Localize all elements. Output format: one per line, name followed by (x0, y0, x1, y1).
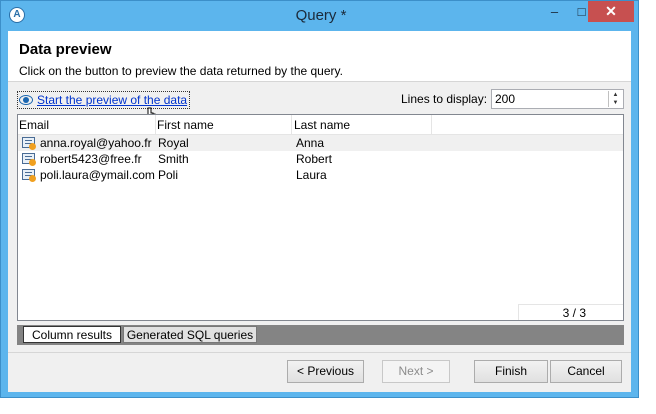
title-bar[interactable]: A Query * – □ ✕ (1, 1, 638, 31)
next-button[interactable]: Next > (382, 360, 450, 383)
lines-to-display-stepper[interactable]: 200 ▲ ▼ (491, 89, 624, 109)
cell-email: poli.laura@ymail.com (40, 168, 155, 182)
spin-up-icon[interactable]: ▲ (609, 91, 622, 99)
column-header-email[interactable]: Email (19, 118, 49, 132)
grid-header: Email First name Last name (18, 115, 623, 135)
lines-to-display-label: Lines to display: (401, 92, 488, 106)
column-divider[interactable] (155, 115, 156, 134)
results-grid[interactable]: Email First name Last name anna.royal@ya… (17, 114, 624, 321)
column-divider[interactable] (431, 115, 432, 134)
tab-column-results[interactable]: Column results (23, 326, 121, 343)
column-header-last-name[interactable]: Last name (294, 118, 350, 132)
lines-to-display-value: 200 (495, 92, 516, 106)
recipient-icon (22, 137, 36, 150)
close-button[interactable]: ✕ (588, 1, 634, 22)
cell-first-name: Smith (158, 152, 189, 166)
cell-last-name: Laura (296, 168, 327, 182)
spin-buttons[interactable]: ▲ ▼ (608, 91, 622, 107)
cell-email: anna.royal@yahoo.fr (40, 136, 152, 150)
footer-divider (8, 352, 631, 353)
cell-first-name: Royal (158, 136, 189, 150)
minimize-button[interactable]: – (541, 1, 568, 22)
previous-button[interactable]: < Previous (287, 360, 364, 383)
recipient-icon (22, 169, 36, 182)
results-tabs: Column results Generated SQL queries (17, 325, 624, 345)
finish-button[interactable]: Finish (474, 360, 548, 383)
table-row[interactable]: anna.royal@yahoo.fr Royal Anna (18, 135, 623, 151)
record-count-box: 3 / 3 (518, 304, 623, 320)
cancel-button[interactable]: Cancel (550, 360, 622, 383)
spin-down-icon[interactable]: ▼ (609, 99, 622, 107)
start-preview-label: Start the preview of the data (37, 93, 188, 107)
query-window: A Query * – □ ✕ Data preview Click on th… (0, 0, 639, 398)
column-divider[interactable] (291, 115, 292, 134)
table-row[interactable]: robert5423@free.fr Smith Robert (18, 151, 623, 167)
cell-email: robert5423@free.fr (40, 152, 142, 166)
table-row[interactable]: poli.laura@ymail.com Poli Laura (18, 167, 623, 183)
column-header-first-name[interactable]: First name (157, 118, 214, 132)
cell-last-name: Robert (296, 152, 333, 166)
recipient-icon (22, 153, 36, 166)
eye-icon (19, 95, 33, 105)
record-count: 3 / 3 (562, 306, 586, 320)
cell-last-name: Anna (296, 136, 325, 150)
dialog-body: Data preview Click on the button to prev… (8, 31, 631, 392)
start-preview-link[interactable]: Start the preview of the data (17, 91, 191, 109)
page-subtitle: Click on the button to preview the data … (19, 64, 343, 78)
cell-first-name: Poli (158, 168, 179, 182)
page-title: Data preview (19, 41, 112, 58)
tab-generated-sql-queries[interactable]: Generated SQL queries (123, 326, 257, 343)
page-header: Data preview Click on the button to prev… (8, 31, 631, 82)
